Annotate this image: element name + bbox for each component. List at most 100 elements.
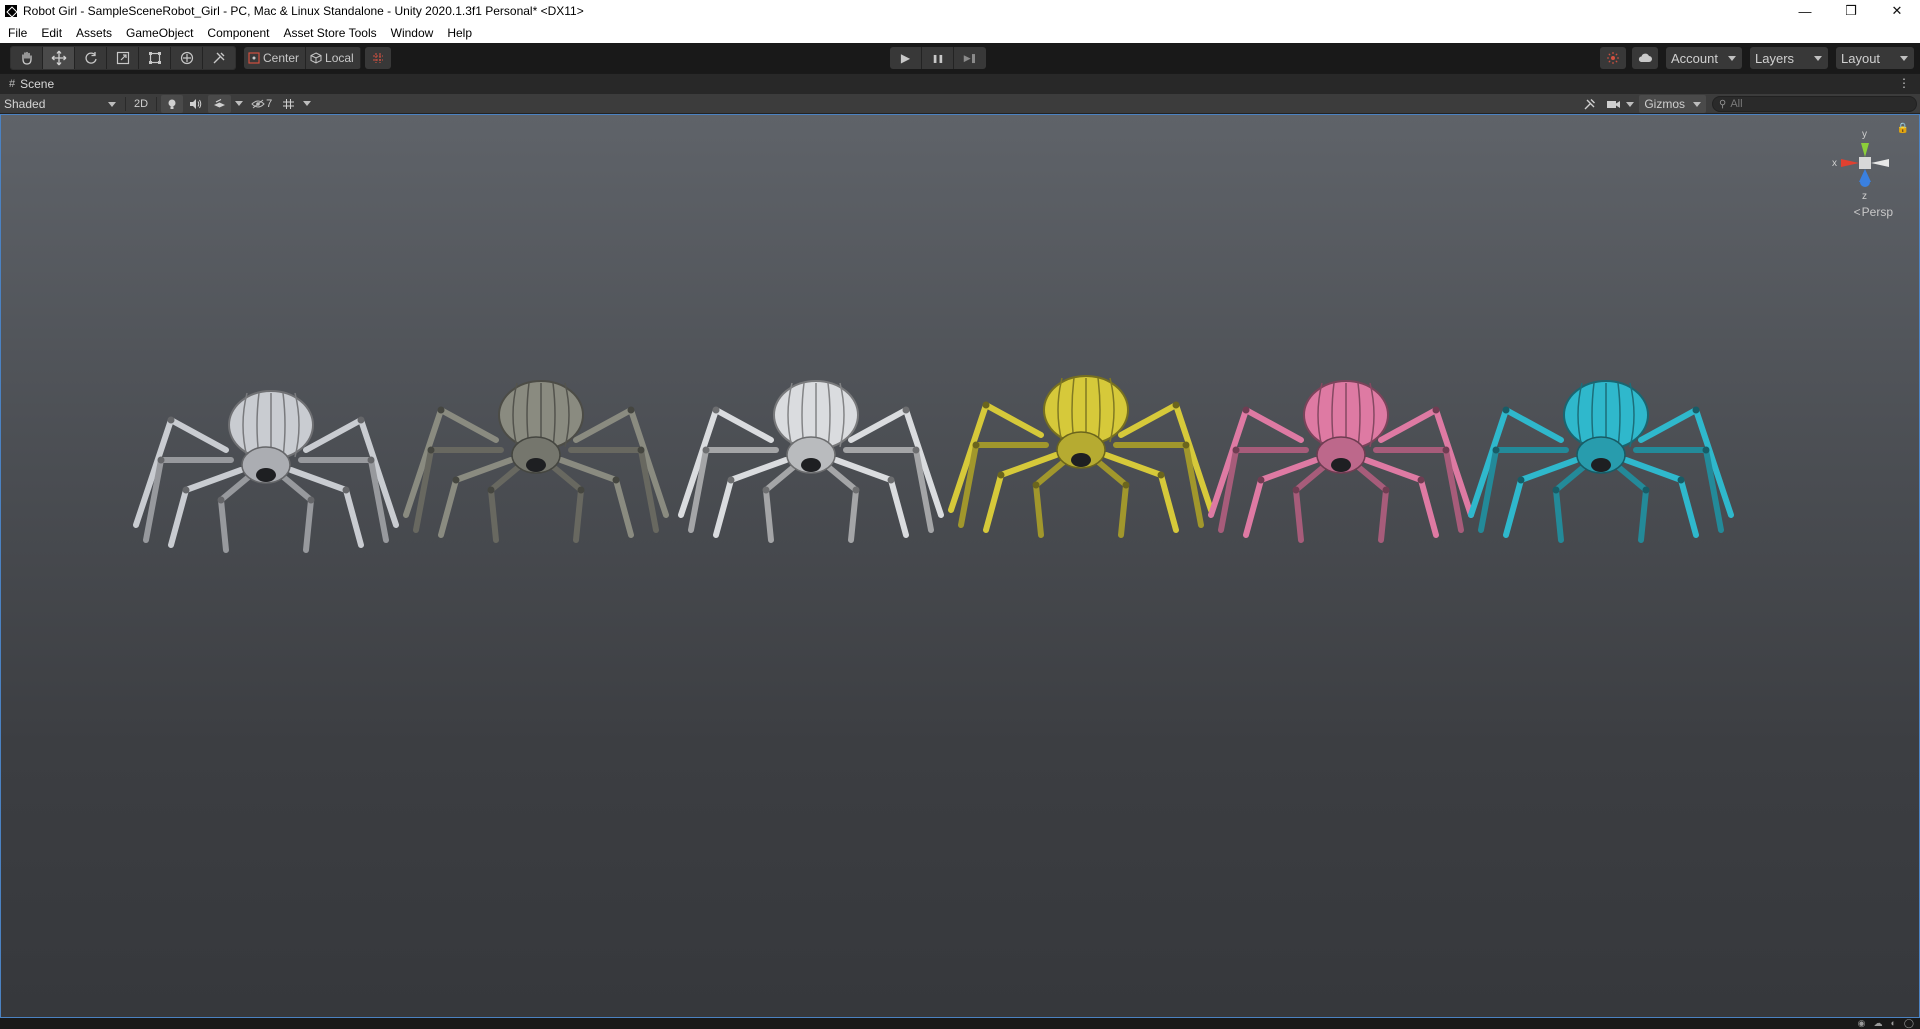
minimize-button[interactable]: —: [1782, 0, 1828, 22]
white-silver-spider[interactable]: [678, 380, 944, 543]
grey-green-spider[interactable]: [403, 380, 669, 543]
scene-toolbar-right: Gizmos ⚲ All: [1578, 95, 1917, 113]
menu-bar: File Edit Assets GameObject Component As…: [0, 22, 1920, 43]
audio-toggle[interactable]: [184, 95, 207, 113]
cyan-spider[interactable]: [1468, 380, 1734, 543]
pivot-mode-button[interactable]: Center: [244, 47, 307, 69]
cloud-status-icon[interactable]: ☁: [1873, 1018, 1882, 1029]
lighting-toggle[interactable]: [161, 94, 184, 113]
activity-icon[interactable]: ◯: [1904, 1018, 1914, 1029]
gizmos-label: Gizmos: [1644, 97, 1685, 111]
account-dropdown[interactable]: Account: [1666, 47, 1742, 69]
yellow-spider[interactable]: [948, 375, 1214, 538]
search-placeholder: All: [1730, 98, 1743, 110]
rect-tool-button[interactable]: [139, 47, 171, 69]
leg-joint: [972, 441, 980, 449]
leg-joint: [1182, 441, 1190, 449]
scene-tools-button[interactable]: [1578, 95, 1601, 113]
menu-window[interactable]: Window: [386, 26, 439, 40]
leg-joint: [452, 476, 460, 484]
account-label: Account: [1671, 50, 1718, 66]
pivot-center-icon: [248, 52, 260, 64]
pink-spider[interactable]: [1208, 380, 1474, 543]
layout-dropdown[interactable]: Layout: [1836, 47, 1914, 69]
grid-snap-button[interactable]: [364, 47, 391, 69]
pivot-rotation-button[interactable]: Local: [306, 47, 361, 69]
local-cube-icon: [310, 52, 322, 64]
collab-button[interactable]: [1600, 47, 1626, 69]
pivot-controls: Center Local: [244, 47, 361, 69]
leg-joint: [637, 446, 645, 454]
menu-help[interactable]: Help: [442, 26, 477, 40]
rotate-tool-button[interactable]: [75, 47, 107, 69]
more-options-icon[interactable]: ⋮: [1898, 76, 1910, 90]
scene-grid-icon: #: [9, 78, 16, 90]
main-toolbar: Center Local ▶ ❚❚ ▶❚ Account Layers Layo…: [0, 43, 1920, 73]
move-icon: [51, 50, 66, 66]
lock-icon[interactable]: 🔒: [1897, 123, 1909, 134]
leg-joint: [1642, 486, 1650, 494]
scene-viewport[interactable]: y x z 🔒 < Persp: [0, 114, 1920, 1018]
shading-mode-dropdown[interactable]: Shaded: [0, 95, 122, 113]
effects-toggle[interactable]: [208, 94, 232, 113]
hand-tool-button[interactable]: [11, 47, 43, 69]
spider-leg: [1363, 457, 1439, 538]
leg-joint: [912, 446, 920, 454]
projection-toggle[interactable]: < Persp: [1854, 205, 1893, 219]
leg-joint: [1032, 481, 1040, 489]
move-tool-button[interactable]: [43, 47, 75, 69]
restore-button[interactable]: ❒: [1828, 0, 1874, 22]
step-button[interactable]: ▶❚: [954, 47, 986, 69]
menu-gameobject[interactable]: GameObject: [121, 26, 198, 40]
menu-assets[interactable]: Assets: [71, 26, 117, 40]
tab-scene[interactable]: # Scene: [0, 77, 54, 91]
menu-file[interactable]: File: [3, 26, 32, 40]
menu-asset-store-tools[interactable]: Asset Store Tools: [278, 26, 381, 40]
menu-edit[interactable]: Edit: [36, 26, 67, 40]
chevron-down-icon: [1814, 56, 1822, 61]
leg-joint: [577, 486, 585, 494]
scene-search-input[interactable]: ⚲ All: [1712, 96, 1917, 112]
pause-button[interactable]: ❚❚: [922, 47, 954, 69]
spider-mandible: [1071, 453, 1091, 467]
light-bulb-icon: [168, 99, 176, 109]
menu-component[interactable]: Component: [202, 26, 274, 40]
leg-joint: [1692, 406, 1700, 414]
orientation-gizmo[interactable]: y x z 🔒: [1819, 119, 1909, 209]
toggle-2d-button[interactable]: 2D: [129, 95, 153, 113]
play-button[interactable]: ▶: [890, 47, 922, 69]
custom-tool-button[interactable]: [203, 47, 235, 69]
status-icons: ◉ ☁ ◐ ◯: [1850, 1018, 1914, 1029]
gizmo-y-label: y: [1862, 129, 1867, 140]
camera-settings-button[interactable]: [1601, 95, 1639, 113]
scene-visibility-toggle[interactable]: 7: [246, 95, 277, 113]
chevron-down-icon: [1693, 101, 1701, 107]
transform-icon: [180, 51, 193, 65]
leg-joint: [627, 406, 635, 414]
gizmos-dropdown[interactable]: Gizmos: [1639, 95, 1706, 113]
leg-joint: [217, 496, 225, 504]
collab-icon: [1607, 52, 1619, 64]
bug-icon[interactable]: ◉: [1858, 1018, 1866, 1029]
close-button[interactable]: ✕: [1874, 0, 1920, 22]
grid-toggle[interactable]: [277, 95, 300, 113]
scale-tool-button[interactable]: [107, 47, 139, 69]
spider-leg: [1293, 462, 1329, 543]
white-red-blue-spider[interactable]: [133, 390, 399, 553]
layers-label: Layers: [1755, 50, 1795, 66]
grid-dropdown[interactable]: [300, 95, 314, 113]
spider-leg: [1033, 457, 1069, 538]
effects-stack-icon: [214, 98, 226, 107]
effects-dropdown[interactable]: [232, 95, 246, 113]
leg-joint: [712, 406, 720, 414]
spider-leg: [288, 467, 364, 548]
tab-scene-label: Scene: [20, 77, 55, 91]
leg-joint: [1517, 476, 1525, 484]
speaker-icon: [190, 98, 202, 109]
layers-dropdown[interactable]: Layers: [1750, 47, 1828, 69]
leg-joint: [357, 416, 365, 424]
cloud-button[interactable]: [1632, 47, 1658, 69]
play-icon: ▶: [900, 51, 911, 65]
transform-tool-button[interactable]: [171, 47, 203, 69]
progress-icon[interactable]: ◐: [1890, 1018, 1895, 1029]
